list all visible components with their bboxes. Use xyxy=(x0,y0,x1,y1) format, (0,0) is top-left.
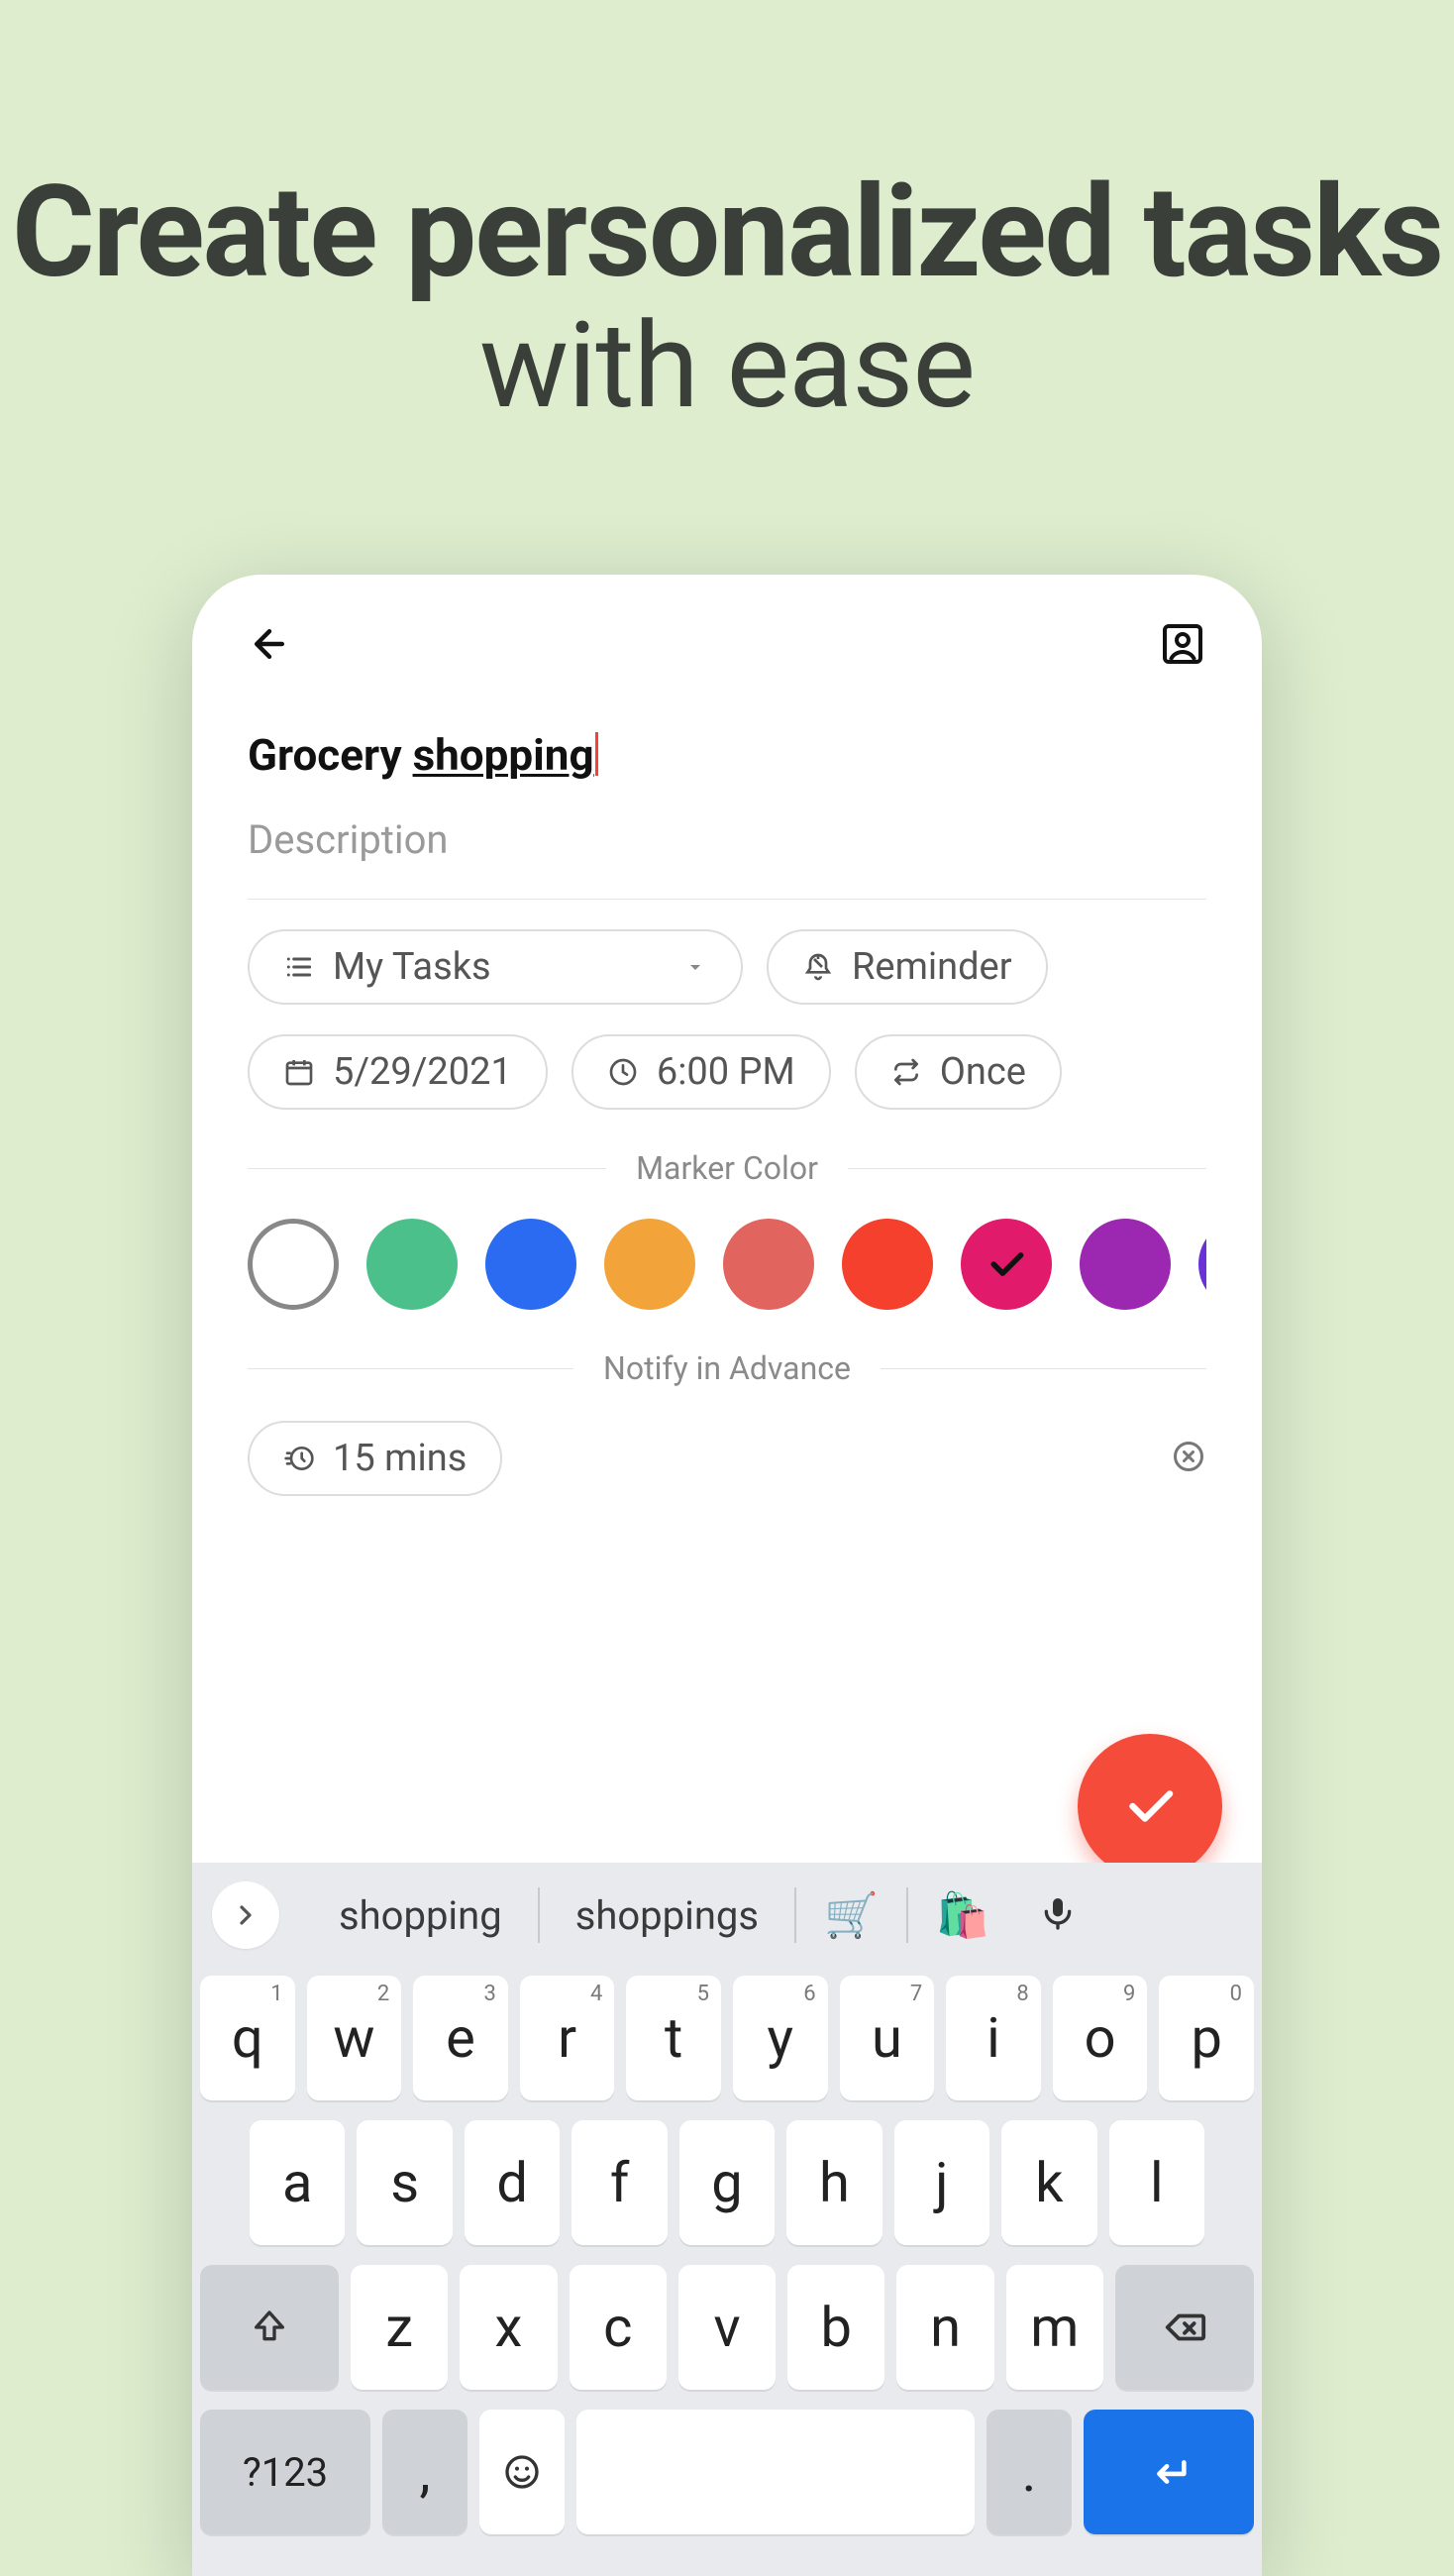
advance-clock-icon xyxy=(283,1443,315,1474)
suggestion-2[interactable]: shoppings xyxy=(540,1892,794,1939)
key-q[interactable]: q1 xyxy=(200,1976,295,2100)
task-title-prefix: Grocery xyxy=(248,729,413,781)
key-y[interactable]: y6 xyxy=(733,1976,828,2100)
list-selector-chip[interactable]: My Tasks xyxy=(248,929,743,1005)
time-chip[interactable]: 6:00 PM xyxy=(571,1034,831,1110)
keyboard-row-4: ?123 , . xyxy=(200,2410,1254,2534)
comma-key[interactable]: , xyxy=(382,2410,467,2534)
list-selector-label: My Tasks xyxy=(333,945,491,989)
key-b[interactable]: b xyxy=(787,2265,884,2390)
reminder-chip[interactable]: Reminder xyxy=(767,929,1048,1005)
key-z[interactable]: z xyxy=(351,2265,448,2390)
profile-icon[interactable] xyxy=(1159,620,1206,668)
suggestion-emoji-2[interactable]: 🛍️ xyxy=(908,1889,1018,1941)
period-key[interactable]: . xyxy=(987,2410,1072,2534)
repeat-chip[interactable]: Once xyxy=(855,1034,1062,1110)
soft-keyboard: shopping shoppings 🛒 🛍️ q1w2e3r4t5y6u7i8… xyxy=(192,1863,1262,2576)
key-t[interactable]: t5 xyxy=(626,1976,721,2100)
date-label: 5/29/2021 xyxy=(333,1050,512,1094)
keyboard-row-3: zxcvbnm xyxy=(200,2265,1254,2390)
enter-key[interactable] xyxy=(1084,2410,1254,2534)
key-e[interactable]: e3 xyxy=(413,1976,508,2100)
mic-icon[interactable] xyxy=(1018,1893,1088,1937)
key-c[interactable]: c xyxy=(570,2265,667,2390)
key-o[interactable]: o9 xyxy=(1053,1976,1148,2100)
notify-section-label: Notify in Advance xyxy=(603,1349,851,1387)
text-caret xyxy=(595,732,598,776)
suggestion-emoji-1[interactable]: 🛒 xyxy=(796,1889,906,1941)
headline-line2: with ease xyxy=(0,297,1454,436)
color-swatch-4[interactable] xyxy=(723,1219,814,1310)
suggestion-1[interactable]: shopping xyxy=(303,1892,538,1939)
keyboard-row-1: q1w2e3r4t5y6u7i8o9p0 xyxy=(200,1976,1254,2100)
key-m[interactable]: m xyxy=(1006,2265,1103,2390)
key-v[interactable]: v xyxy=(678,2265,776,2390)
back-arrow-icon[interactable] xyxy=(248,622,291,666)
repeat-label: Once xyxy=(940,1050,1026,1094)
space-key[interactable] xyxy=(576,2410,975,2534)
check-icon xyxy=(1120,1776,1180,1836)
reminder-label: Reminder xyxy=(852,945,1012,989)
color-swatch-7[interactable] xyxy=(1080,1219,1171,1310)
repeat-icon xyxy=(890,1056,922,1088)
notify-advance-chip[interactable]: 15 mins xyxy=(248,1421,502,1496)
color-swatch-6[interactable] xyxy=(961,1219,1052,1310)
marketing-headline: Create personalized tasks with ease xyxy=(0,0,1454,436)
shift-key[interactable] xyxy=(200,2265,339,2390)
emoji-key[interactable] xyxy=(479,2410,565,2534)
symbols-key[interactable]: ?123 xyxy=(200,2410,370,2534)
marker-color-section: Marker Color xyxy=(248,1149,1206,1187)
phone-frame: Grocery shopping Description My Tasks Re… xyxy=(192,575,1262,2576)
key-p[interactable]: p0 xyxy=(1159,1976,1254,2100)
list-icon xyxy=(283,951,315,983)
key-h[interactable]: h xyxy=(786,2120,882,2245)
key-w[interactable]: w2 xyxy=(307,1976,402,2100)
keyboard-suggestion-bar: shopping shoppings 🛒 🛍️ xyxy=(192,1863,1262,1968)
reminder-icon xyxy=(802,951,834,983)
color-swatch-2[interactable] xyxy=(485,1219,576,1310)
key-d[interactable]: d xyxy=(465,2120,560,2245)
color-swatch-0[interactable] xyxy=(248,1219,339,1310)
key-u[interactable]: u7 xyxy=(840,1976,935,2100)
key-s[interactable]: s xyxy=(357,2120,452,2245)
key-n[interactable]: n xyxy=(896,2265,993,2390)
chevron-down-icon xyxy=(683,945,707,989)
task-description-input[interactable]: Description xyxy=(248,816,1206,900)
key-x[interactable]: x xyxy=(460,2265,557,2390)
time-label: 6:00 PM xyxy=(657,1050,795,1094)
key-f[interactable]: f xyxy=(571,2120,667,2245)
keyboard-row-2: asdfghjkl xyxy=(200,2120,1254,2245)
color-swatch-5[interactable] xyxy=(842,1219,933,1310)
color-picker xyxy=(248,1219,1206,1310)
save-fab[interactable] xyxy=(1078,1734,1222,1878)
color-swatch-1[interactable] xyxy=(366,1219,458,1310)
date-chip[interactable]: 5/29/2021 xyxy=(248,1034,548,1110)
headline-line1: Create personalized tasks xyxy=(0,159,1454,307)
key-j[interactable]: j xyxy=(894,2120,989,2245)
task-title-underlined: shopping xyxy=(413,729,594,781)
clear-notify-icon[interactable] xyxy=(1171,1439,1206,1478)
notify-advance-label: 15 mins xyxy=(333,1437,467,1480)
backspace-key[interactable] xyxy=(1115,2265,1254,2390)
color-swatch-8[interactable] xyxy=(1198,1219,1206,1310)
key-k[interactable]: k xyxy=(1001,2120,1096,2245)
marker-color-label: Marker Color xyxy=(636,1149,818,1187)
key-l[interactable]: l xyxy=(1109,2120,1204,2245)
task-title-input[interactable]: Grocery shopping xyxy=(248,729,598,781)
key-g[interactable]: g xyxy=(679,2120,775,2245)
key-r[interactable]: r4 xyxy=(520,1976,615,2100)
key-i[interactable]: i8 xyxy=(946,1976,1041,2100)
calendar-icon xyxy=(283,1056,315,1088)
color-swatch-3[interactable] xyxy=(604,1219,695,1310)
app-header xyxy=(192,575,1262,688)
expand-suggestions-icon[interactable] xyxy=(212,1881,279,1949)
key-a[interactable]: a xyxy=(250,2120,345,2245)
clock-icon xyxy=(607,1056,639,1088)
notify-section: Notify in Advance xyxy=(248,1349,1206,1387)
